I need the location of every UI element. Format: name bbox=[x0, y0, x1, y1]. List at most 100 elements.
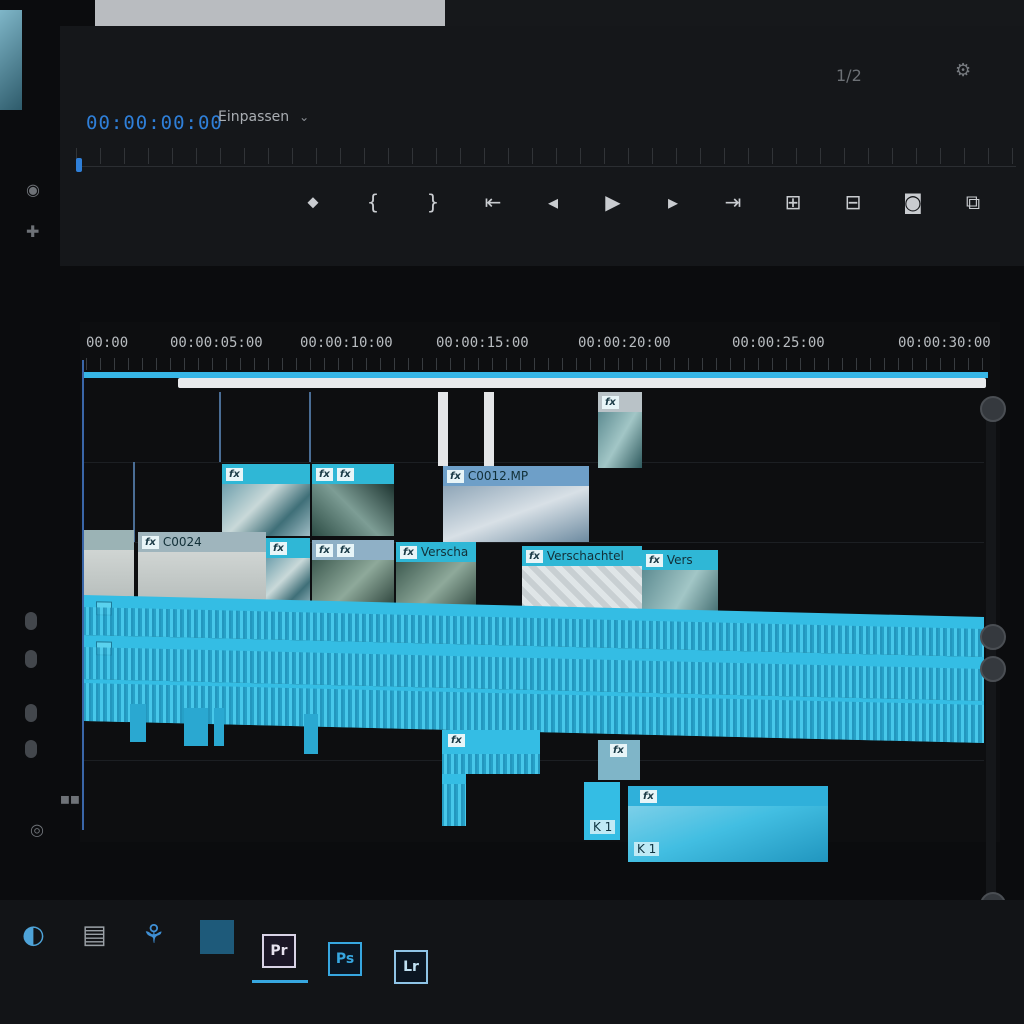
fx-badge: fx bbox=[610, 744, 627, 757]
audio-snippet[interactable] bbox=[130, 704, 146, 742]
playhead-timecode[interactable]: 00:00:00:00 bbox=[86, 112, 223, 134]
program-monitor-panel bbox=[60, 26, 1024, 266]
settings-wrench-icon[interactable]: ⚙ bbox=[955, 60, 971, 81]
scroll-handle[interactable] bbox=[980, 624, 1006, 650]
clip-name: Vers bbox=[666, 553, 693, 567]
active-app-indicator bbox=[252, 980, 308, 983]
clip-header: fx bbox=[222, 464, 310, 484]
track-mic-icon[interactable]: ◼◼ bbox=[60, 792, 80, 806]
clip-header: fx fx bbox=[312, 464, 394, 484]
fx-badge: fx bbox=[447, 469, 464, 483]
v3-clip-marker[interactable] bbox=[438, 392, 448, 466]
source-thumbnail[interactable] bbox=[0, 10, 22, 110]
ruler-label: 00:00:25:00 bbox=[732, 335, 825, 351]
audio-waveform bbox=[442, 754, 540, 774]
edit-point bbox=[309, 392, 311, 462]
fx-badge: fx bbox=[448, 734, 465, 747]
mark-in-icon[interactable]: { bbox=[360, 190, 386, 214]
audio-clip-k1[interactable]: K 1 bbox=[584, 782, 620, 840]
track-lock-toggle[interactable] bbox=[25, 612, 37, 630]
playback-resolution-select[interactable]: 1/2 bbox=[836, 66, 862, 85]
radio-dot-icon[interactable]: ◉ bbox=[26, 180, 40, 199]
premiere-label: Pr bbox=[270, 943, 288, 959]
audio-snippet[interactable] bbox=[214, 708, 224, 746]
clip-name: C0012.MP bbox=[467, 469, 529, 483]
track-lock-toggle[interactable] bbox=[25, 704, 37, 722]
v1-clip-c0024[interactable]: fx C0024 bbox=[138, 532, 266, 606]
edit-point bbox=[219, 392, 221, 462]
clip-header: fx Verscha bbox=[396, 542, 476, 562]
ruler-label: 00:00:15:00 bbox=[436, 335, 529, 351]
finder-icon[interactable]: ◐ bbox=[22, 920, 56, 954]
audio-waveform bbox=[442, 784, 466, 826]
fit-zoom-value: Einpassen bbox=[218, 109, 290, 125]
clip-name: Verschachtel bbox=[546, 549, 624, 563]
clip-name: K 1 bbox=[590, 820, 616, 834]
audio-clip-fx[interactable]: fx bbox=[442, 730, 540, 774]
taskbar bbox=[0, 900, 1024, 1024]
clip-name: C0024 bbox=[162, 535, 202, 549]
export-frame-icon[interactable]: ◙ bbox=[900, 190, 926, 214]
go-to-out-icon[interactable]: ⇥ bbox=[720, 190, 746, 214]
fit-zoom-select[interactable]: Einpassen ⌄ bbox=[210, 104, 317, 130]
lightroom-label: Lr bbox=[403, 959, 419, 975]
audio-snippet[interactable] bbox=[184, 708, 208, 746]
track-lock-toggle[interactable] bbox=[25, 650, 37, 668]
transport-controls: ⬥ { } ⇤ ◂ ▶ ▸ ⇥ ⊞ ⊟ ◙ ⧉ bbox=[300, 190, 986, 214]
ruler-label: 00:00 bbox=[86, 335, 129, 351]
v3-clip[interactable]: fx bbox=[598, 392, 642, 468]
ruler-label: 00:00:10:00 bbox=[300, 335, 393, 351]
fx-badge: fx bbox=[640, 790, 657, 803]
track-separator bbox=[84, 462, 984, 463]
ruler-label: 00:00:05:00 bbox=[170, 335, 263, 351]
premiere-app-icon[interactable]: Pr bbox=[262, 934, 296, 968]
audio-snippet[interactable] bbox=[304, 714, 318, 754]
compare-icon[interactable]: ⧉ bbox=[960, 190, 986, 214]
clip-header: fx Vers bbox=[642, 550, 718, 570]
fx-badge: fx bbox=[336, 467, 354, 481]
go-to-in-icon[interactable]: ⇤ bbox=[480, 190, 506, 214]
lift-icon[interactable]: ⊞ bbox=[780, 190, 806, 214]
lightroom-app-icon[interactable]: Lr bbox=[394, 950, 428, 984]
mark-out-icon[interactable]: } bbox=[420, 190, 446, 214]
clip-header: fx C0012.MP bbox=[443, 466, 589, 486]
photoshop-app-icon[interactable]: Ps bbox=[328, 942, 362, 976]
fx-badge: fx bbox=[646, 553, 663, 567]
monitor-time-ruler[interactable] bbox=[76, 148, 1016, 164]
scroll-handle[interactable] bbox=[980, 656, 1006, 682]
step-forward-icon[interactable]: ▸ bbox=[660, 190, 686, 214]
timeline-playhead[interactable] bbox=[82, 360, 84, 830]
marker-icon[interactable]: ⬥ bbox=[300, 192, 326, 212]
media-encoder-icon[interactable] bbox=[200, 920, 234, 954]
timeline-ruler[interactable] bbox=[86, 358, 986, 370]
ruler-label: 00:00:30:00 bbox=[898, 335, 991, 351]
clip-header bbox=[84, 530, 134, 550]
audio-clip[interactable] bbox=[442, 774, 466, 826]
v3-clip-marker[interactable] bbox=[484, 392, 494, 466]
v1-clip[interactable] bbox=[84, 530, 134, 604]
monitor-ruler-baseline bbox=[76, 166, 1016, 167]
scroll-handle[interactable] bbox=[980, 396, 1006, 422]
track-lock-toggle[interactable] bbox=[25, 740, 37, 758]
clip-header: fx fx bbox=[312, 540, 394, 560]
play-icon[interactable]: ▶ bbox=[600, 190, 626, 214]
audio-clip-k1-long[interactable]: fx K 1 bbox=[628, 786, 828, 862]
v2-clip-c0012[interactable]: fx C0012.MP bbox=[443, 466, 589, 542]
timeline-scrollbar[interactable] bbox=[986, 404, 996, 904]
fx-badge: fx bbox=[336, 543, 354, 557]
extract-icon[interactable]: ⊟ bbox=[840, 190, 866, 214]
v2-clip[interactable]: fx bbox=[222, 464, 310, 536]
files-icon[interactable]: ▤ bbox=[82, 920, 116, 954]
audio-clip-fx[interactable]: fx bbox=[598, 740, 640, 780]
add-button-icon[interactable]: ✚ bbox=[26, 222, 39, 241]
track-scroll-icon[interactable]: ◎ bbox=[30, 820, 44, 839]
network-icon[interactable]: ⚘ bbox=[142, 920, 176, 954]
clip-header: fx bbox=[598, 392, 642, 412]
monitor-playhead-handle[interactable] bbox=[76, 158, 82, 172]
step-back-icon[interactable]: ◂ bbox=[540, 190, 566, 214]
v2-clip[interactable]: fx fx bbox=[312, 464, 394, 536]
clip-header: fx bbox=[266, 538, 310, 558]
render-bar bbox=[178, 378, 986, 388]
ruler-label: 00:00:20:00 bbox=[578, 335, 671, 351]
clip-name: Verscha bbox=[420, 545, 469, 559]
